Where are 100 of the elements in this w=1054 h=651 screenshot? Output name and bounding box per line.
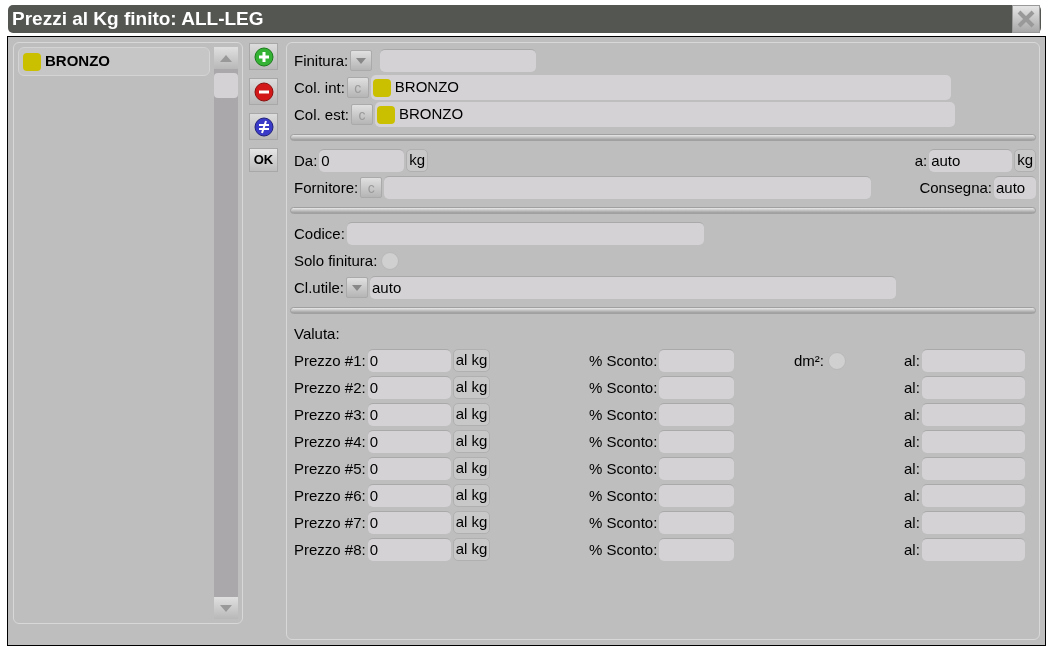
field-label: % Sconto: <box>589 404 658 425</box>
input-field[interactable] <box>921 403 1025 426</box>
field-label: Prezzo #5: <box>294 458 366 479</box>
input-field[interactable]: auto <box>370 276 897 299</box>
field-label: Cl.utile: <box>294 277 345 298</box>
up-arrow-icon <box>220 54 232 62</box>
field-label: Col. est: <box>294 104 350 125</box>
color-field[interactable]: BRONZO <box>375 102 956 127</box>
field-label: al: <box>904 431 920 452</box>
field-label: % Sconto: <box>589 431 658 452</box>
field-label: al: <box>904 512 920 533</box>
input-field[interactable]: 0 <box>319 149 405 172</box>
remove-button[interactable] <box>249 78 278 105</box>
section-label: Valuta: <box>294 323 340 344</box>
input-field[interactable] <box>659 511 735 534</box>
dropdown-button[interactable] <box>350 50 373 71</box>
input-field[interactable]: 0 <box>367 484 451 507</box>
field-label: Finitura: <box>294 50 349 71</box>
input-field[interactable]: 0 <box>367 376 451 399</box>
input-field[interactable] <box>659 403 735 426</box>
ok-button[interactable]: OK <box>249 148 278 172</box>
field-label: Prezzo #8: <box>294 539 366 560</box>
field-label: al: <box>904 458 920 479</box>
field-label: Prezzo #7: <box>294 512 366 533</box>
field-label: Prezzo #3: <box>294 404 366 425</box>
input-field[interactable] <box>659 376 735 399</box>
field-label: al: <box>904 404 920 425</box>
field-label: al: <box>904 485 920 506</box>
field-label: % Sconto: <box>589 377 658 398</box>
unit-label: kg <box>1014 149 1036 172</box>
input-field[interactable] <box>921 538 1025 561</box>
input-field[interactable]: 0 <box>367 430 451 453</box>
field-label: al: <box>904 350 920 371</box>
input-field[interactable]: 0 <box>367 457 451 480</box>
field-label: Solo finitura: <box>294 250 378 271</box>
input-field[interactable] <box>380 49 537 72</box>
input-field[interactable] <box>921 349 1025 372</box>
radio-button[interactable] <box>381 251 400 270</box>
field-label: al: <box>904 539 920 560</box>
field-label: % Sconto: <box>589 485 658 506</box>
field-label: Codice: <box>294 223 345 244</box>
input-field[interactable]: 0 <box>367 511 451 534</box>
scroll-up-button[interactable] <box>214 47 238 69</box>
add-icon <box>253 46 274 67</box>
field-label: % Sconto: <box>589 512 658 533</box>
scroll-thumb[interactable] <box>214 73 238 98</box>
field-label: Col. int: <box>294 77 345 98</box>
scrollbar[interactable] <box>214 47 238 619</box>
input-field[interactable] <box>921 376 1025 399</box>
field-label: % Sconto: <box>589 350 658 371</box>
unit-label: al kg <box>452 484 491 507</box>
field-label: Prezzo #4: <box>294 431 366 452</box>
remove-icon <box>253 81 274 102</box>
unit-label: al kg <box>452 511 491 534</box>
down-arrow-icon <box>220 604 232 612</box>
color-field[interactable]: BRONZO <box>370 75 951 100</box>
not-equal-icon <box>253 116 274 137</box>
unit-label: al kg <box>452 376 491 399</box>
radio-button[interactable] <box>828 351 846 370</box>
input-field[interactable] <box>384 176 872 199</box>
field-label: Prezzo #6: <box>294 485 366 506</box>
field-label: a: <box>914 150 928 171</box>
input-field[interactable] <box>921 484 1025 507</box>
list-item[interactable]: BRONZO <box>18 47 210 76</box>
caret-icon <box>352 284 363 291</box>
close-icon <box>1017 10 1035 28</box>
field-label: % Sconto: <box>589 458 658 479</box>
input-field[interactable]: 0 <box>367 403 451 426</box>
input-field[interactable]: 0 <box>367 538 451 561</box>
input-field[interactable] <box>659 457 735 480</box>
window-title: Prezzi al Kg finito: ALL-LEG <box>12 6 264 31</box>
unit-label: kg <box>406 149 429 172</box>
unit-label: al kg <box>452 349 491 372</box>
input-field[interactable] <box>921 430 1025 453</box>
input-field[interactable] <box>659 349 735 372</box>
unit-label: al kg <box>452 403 491 426</box>
field-label: Fornitore: <box>294 177 359 198</box>
input-field[interactable] <box>346 222 704 245</box>
field-label: Consegna: <box>919 177 992 198</box>
caret-icon <box>356 57 367 64</box>
input-field[interactable] <box>659 538 735 561</box>
field-label: al: <box>904 377 920 398</box>
close-button[interactable] <box>1012 5 1040 33</box>
dropdown-button[interactable] <box>346 277 369 298</box>
input-field[interactable] <box>921 457 1025 480</box>
input-field[interactable] <box>921 511 1025 534</box>
field-label: dm²: <box>794 350 824 371</box>
field-label: Prezzo #2: <box>294 377 366 398</box>
input-field[interactable]: auto <box>994 176 1036 199</box>
field-label: % Sconto: <box>589 539 658 560</box>
unit-label: al kg <box>452 430 491 453</box>
input-field[interactable] <box>659 430 735 453</box>
input-field[interactable]: auto <box>929 149 1013 172</box>
input-field[interactable]: 0 <box>367 349 451 372</box>
input-field[interactable] <box>659 484 735 507</box>
unit-label: al kg <box>452 538 491 561</box>
scroll-down-button[interactable] <box>214 597 238 619</box>
not-equal-button[interactable] <box>249 113 278 140</box>
add-button[interactable] <box>249 43 278 70</box>
unit-label: al kg <box>452 457 491 480</box>
